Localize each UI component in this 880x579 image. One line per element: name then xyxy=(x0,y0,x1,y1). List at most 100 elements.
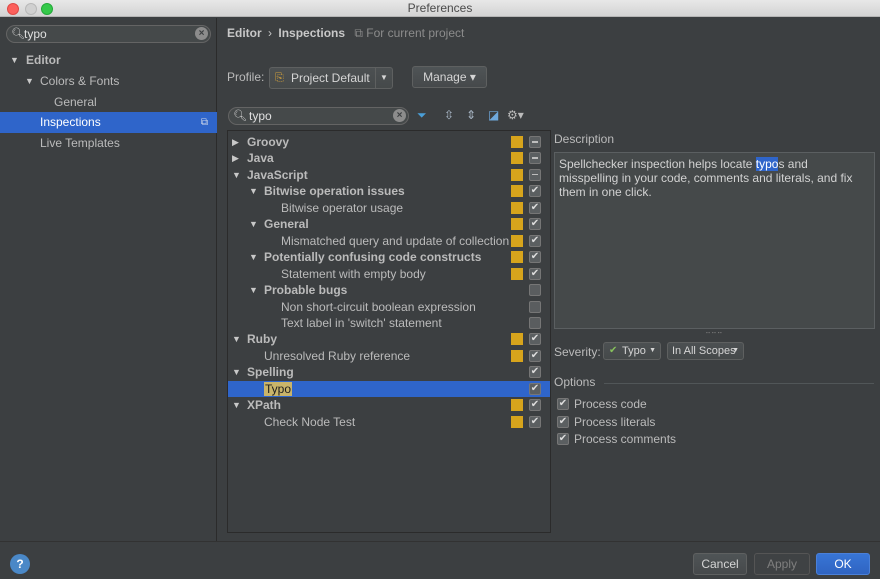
enabled-checkbox[interactable]: ✔ xyxy=(529,251,541,264)
inspection-row[interactable]: ▼ Bitwise operation issues ✔ xyxy=(228,183,550,200)
profile-label: Profile: xyxy=(227,70,265,84)
inspection-row[interactable]: ▼ General ✔ xyxy=(228,216,550,233)
project-scope-label: ⧉ For current project xyxy=(354,26,465,40)
collapse-arrow-icon[interactable]: ▼ xyxy=(249,249,258,265)
inspection-row[interactable]: ▼ Potentially confusing code constructs ✔ xyxy=(228,249,550,266)
apply-button[interactable]: Apply xyxy=(754,553,810,575)
expand-arrow-icon[interactable]: ▶ xyxy=(232,150,239,166)
sidebar-item-editor[interactable]: ▼ Editor xyxy=(0,50,217,71)
chevron-down-icon[interactable]: ▼ xyxy=(375,68,392,88)
enabled-checkbox[interactable]: ✔ xyxy=(529,185,541,198)
enabled-checkbox[interactable] xyxy=(529,284,541,297)
inspection-row[interactable]: Statement with empty body ✔ xyxy=(228,266,550,283)
inspection-row[interactable]: Unresolved Ruby reference ✔ xyxy=(228,348,550,365)
inspection-label: Ruby xyxy=(247,332,277,347)
severity-warning-icon xyxy=(511,415,523,428)
collapse-arrow-icon[interactable]: ▼ xyxy=(232,397,241,413)
inspection-search-value[interactable]: typo xyxy=(249,109,272,123)
enabled-checkbox[interactable]: ✔ xyxy=(529,201,541,214)
inspection-row[interactable]: ▼ XPath ✔ xyxy=(228,397,550,414)
sidebar-item-live-templates[interactable]: Live Templates xyxy=(0,133,217,154)
inspection-row[interactable]: Mismatched query and update of collectio… xyxy=(228,233,550,250)
scope-dropdown[interactable]: In All Scopes ▼ xyxy=(667,342,744,360)
enabled-checkbox[interactable]: ✔ xyxy=(529,349,541,362)
inspection-row[interactable]: Typo ✔ xyxy=(228,380,550,398)
maximize-window-button[interactable] xyxy=(41,3,53,15)
minimize-window-button[interactable] xyxy=(25,3,37,15)
enabled-checkbox[interactable] xyxy=(529,300,541,313)
project-scope-text: For current project xyxy=(366,26,465,40)
inspection-label: Potentially confusing code constructs xyxy=(264,250,482,265)
inspection-row[interactable]: Text label in 'switch' statement xyxy=(228,315,550,332)
severity-label: Severity: xyxy=(554,345,601,359)
sidebar-item-colors-fonts[interactable]: ▼ Colors & Fonts xyxy=(0,71,217,92)
sidebar-item-general[interactable]: General xyxy=(0,92,217,113)
inspection-row[interactable]: ▼ Ruby ✔ xyxy=(228,331,550,348)
collapse-arrow-icon[interactable]: ▼ xyxy=(249,183,258,199)
enabled-checkbox[interactable] xyxy=(529,316,541,329)
severity-dropdown[interactable]: ✔ Typo ▼ xyxy=(603,342,661,360)
option-checkbox[interactable]: ✔ xyxy=(557,415,569,428)
collapse-arrow-icon[interactable]: ▼ xyxy=(249,282,258,298)
expand-all-icon[interactable]: ⇳ xyxy=(444,108,454,122)
resize-grip-icon[interactable]: ⠒⠒⠒ xyxy=(705,329,723,338)
enabled-checkbox[interactable]: ✔ xyxy=(529,234,541,247)
option-checkbox[interactable]: ✔ xyxy=(557,433,569,445)
collapse-arrow-icon[interactable]: ▼ xyxy=(232,167,241,183)
inspection-row[interactable]: ▶ Java xyxy=(228,150,550,167)
collapse-arrow-icon[interactable]: ▼ xyxy=(232,364,241,380)
search-value[interactable]: typo xyxy=(24,27,47,41)
collapse-arrow-icon[interactable]: ▼ xyxy=(232,331,241,347)
options-label: Options xyxy=(554,375,596,389)
expand-arrow-icon[interactable]: ▼ xyxy=(25,71,34,92)
sidebar-item-inspections[interactable]: Inspections ⧉ xyxy=(0,112,217,133)
breadcrumb: Editor › Inspections ⧉ For current proje… xyxy=(227,26,464,41)
scope-value: In All Scopes xyxy=(672,345,736,357)
enabled-checkbox[interactable]: ✔ xyxy=(529,415,541,428)
cancel-button[interactable]: Cancel xyxy=(693,553,747,575)
enabled-checkbox[interactable]: ✔ xyxy=(529,218,541,231)
enabled-checkbox[interactable]: ✔ xyxy=(529,333,541,346)
enabled-checkbox[interactable]: ✔ xyxy=(529,382,541,395)
inspection-row[interactable]: Bitwise operator usage ✔ xyxy=(228,200,550,217)
clear-search-icon[interactable]: × xyxy=(393,109,406,122)
severity-warning-icon xyxy=(511,201,523,214)
inspection-row[interactable]: ▼ Probable bugs xyxy=(228,282,550,299)
close-window-button[interactable] xyxy=(7,3,19,15)
enabled-checkbox[interactable] xyxy=(529,152,541,165)
collapse-all-icon[interactable]: ⇕ xyxy=(466,108,476,122)
enabled-checkbox[interactable] xyxy=(529,136,541,148)
inspection-row[interactable]: ▼ Spelling ✔ xyxy=(228,364,550,381)
severity-warning-icon xyxy=(511,168,523,181)
breadcrumb-editor: Editor xyxy=(227,26,262,40)
settings-search-input[interactable]: 🔍︎ typo × xyxy=(6,25,211,43)
settings-gear-icon[interactable]: ⚙▾ xyxy=(507,108,524,122)
enabled-checkbox[interactable]: ✔ xyxy=(529,366,541,379)
inspection-row[interactable]: ▶ Groovy xyxy=(228,134,550,151)
expand-arrow-icon[interactable]: ▶ xyxy=(232,134,239,150)
collapse-arrow-icon[interactable]: ▼ xyxy=(249,216,258,232)
enabled-checkbox[interactable] xyxy=(529,168,541,181)
option-label: Process comments xyxy=(574,432,677,446)
inspection-row[interactable]: ▼ JavaScript xyxy=(228,167,550,184)
option-checkbox[interactable]: ✔ xyxy=(557,398,569,410)
inspection-search-input[interactable]: 🔍︎ typo × xyxy=(228,107,409,125)
severity-warning-icon xyxy=(511,267,523,280)
option-label: Process code xyxy=(574,397,647,411)
enabled-checkbox[interactable]: ✔ xyxy=(529,399,541,412)
sidebar-item-label: Editor xyxy=(26,53,61,67)
dialog-footer: ? Cancel Apply OK xyxy=(0,541,880,579)
enabled-checkbox[interactable]: ✔ xyxy=(529,267,541,280)
reset-icon[interactable]: ◪ xyxy=(488,108,499,122)
inspection-row[interactable]: Check Node Test ✔ xyxy=(228,414,550,431)
help-button[interactable]: ? xyxy=(10,554,30,574)
ok-button[interactable]: OK xyxy=(816,553,870,575)
filter-icon[interactable]: ⏷ xyxy=(417,108,427,123)
clear-search-icon[interactable]: × xyxy=(195,27,208,40)
profile-value: Project Default xyxy=(291,71,370,85)
manage-button[interactable]: Manage ▾ xyxy=(412,66,487,88)
expand-arrow-icon[interactable]: ▼ xyxy=(10,50,19,71)
profile-dropdown[interactable]: ⎘ Project Default ▼ xyxy=(269,67,393,89)
inspection-row[interactable]: Non short-circuit boolean expression xyxy=(228,299,550,316)
inspection-label: Bitwise operator usage xyxy=(281,200,404,215)
